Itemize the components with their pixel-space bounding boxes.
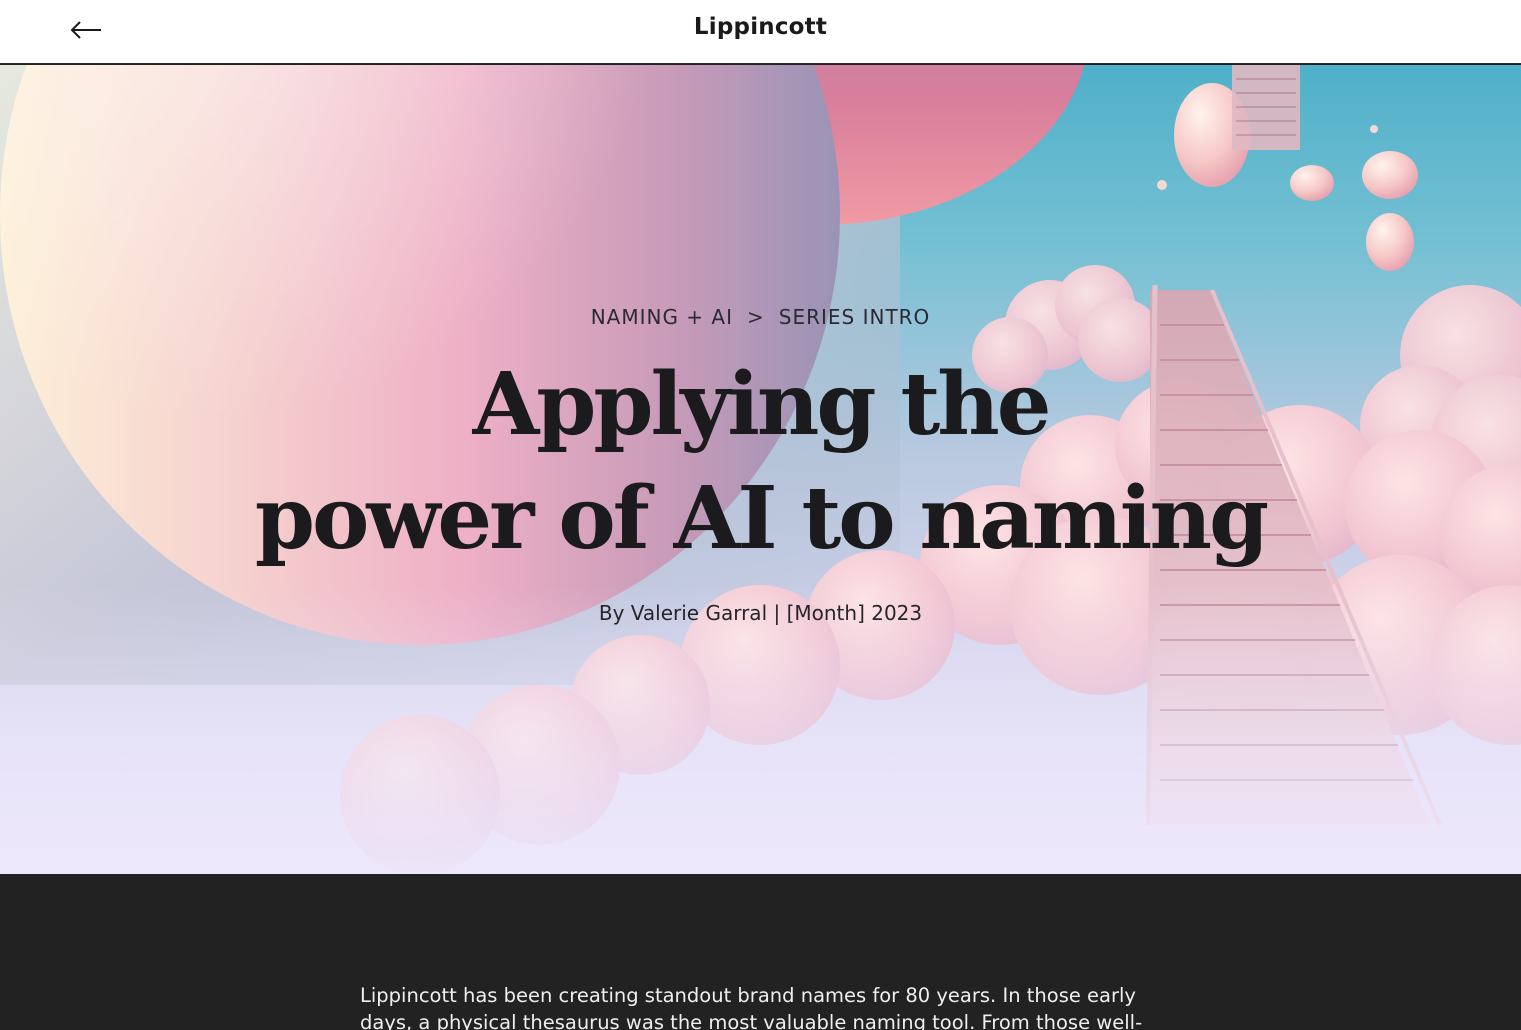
breadcrumb: NAMING + AI > SERIES INTRO (0, 305, 1521, 329)
intro-line-2: days, a physical thesaurus was the most … (360, 1011, 1143, 1030)
breadcrumb-section[interactable]: NAMING + AI (591, 305, 733, 329)
article-body: Lippincott has been creating standout br… (0, 874, 1521, 1030)
article-title: Applying the power of AI to naming (0, 348, 1521, 576)
intro-line-1: Lippincott has been creating standout br… (360, 984, 1136, 1007)
breadcrumb-current: SERIES INTRO (778, 305, 931, 329)
article-title-line-2: power of AI to naming (254, 468, 1269, 569)
brand-logo[interactable]: Lippincott (0, 14, 1521, 40)
top-nav-bar: Lippincott (0, 0, 1521, 64)
article-byline: By Valerie Garral | [Month] 2023 (598, 601, 923, 625)
article-title-line-1: Applying the (472, 354, 1052, 455)
breadcrumb-separator: > (747, 305, 765, 329)
article-intro-paragraph: Lippincott has been creating standout br… (360, 982, 1160, 1030)
hero-banner: NAMING + AI > SERIES INTRO Applying the po… (0, 65, 1521, 874)
